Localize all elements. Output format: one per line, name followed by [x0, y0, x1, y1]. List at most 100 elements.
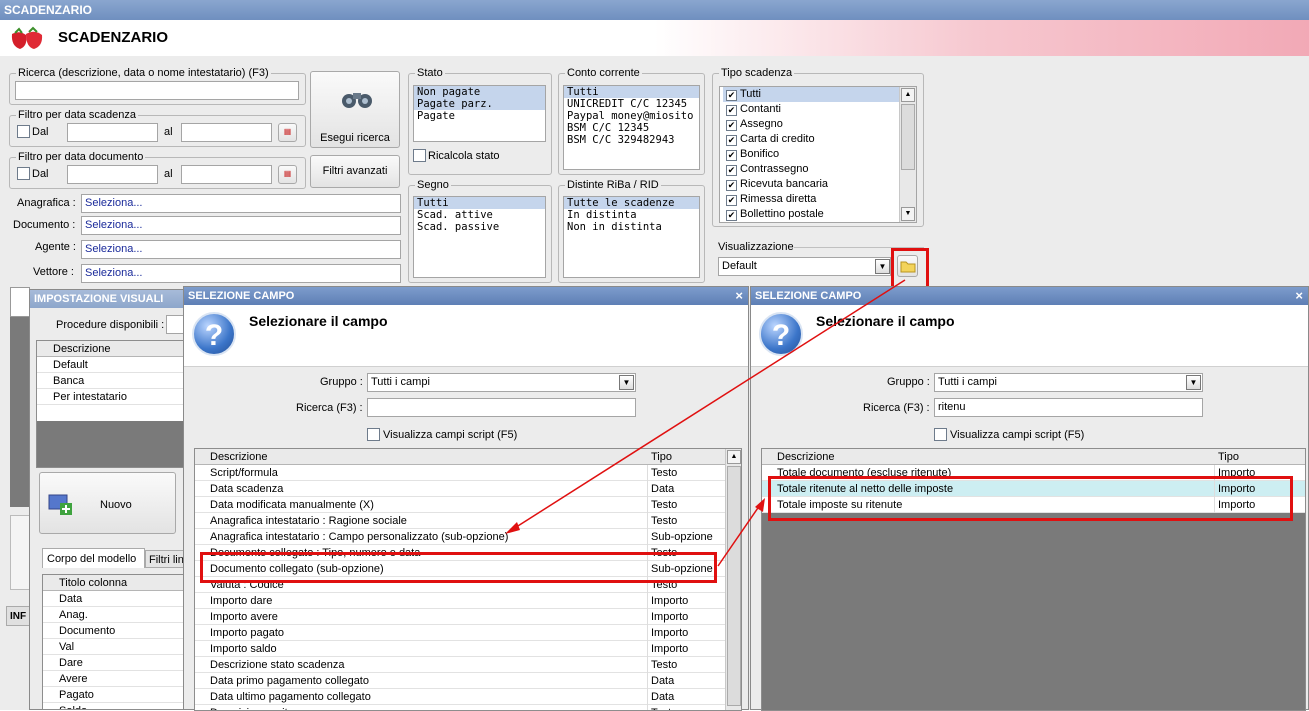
tipo-item[interactable]: ✔ Contanti — [723, 102, 916, 117]
table-row[interactable]: Data scadenza Data — [195, 481, 726, 497]
group-select[interactable]: Tutti i campi — [367, 373, 636, 392]
calendar-icon[interactable]: ▦ — [278, 123, 297, 142]
recalc-checkbox[interactable] — [413, 149, 426, 162]
advanced-filters-button[interactable]: Filtri avanzati — [310, 155, 400, 188]
table-row[interactable]: Importo pagato Importo — [195, 625, 726, 641]
conto-item[interactable]: Paypal money@miosito — [564, 110, 699, 122]
table-row[interactable]: Anagrafica intestatario : Ragione social… — [195, 513, 726, 529]
lookup-documento[interactable]: Seleziona... — [81, 216, 401, 235]
close-icon[interactable]: × — [1295, 288, 1303, 303]
calendar-icon[interactable]: ▦ — [278, 165, 297, 184]
conto-item[interactable]: UNICREDIT C/C 12345 — [564, 98, 699, 110]
run-search-button[interactable]: Esegui ricerca — [310, 71, 400, 148]
tipo-item[interactable]: ✔ Tutti — [723, 87, 916, 102]
segno-item[interactable]: Scad. attive — [414, 209, 545, 221]
new-button[interactable]: Nuovo — [39, 472, 176, 534]
lookup-vettore[interactable]: Seleziona... — [81, 264, 401, 283]
conto-list[interactable]: Tutti UNICREDIT C/C 12345 Paypal money@m… — [563, 85, 700, 170]
field-type: Data — [651, 483, 675, 495]
segno-item[interactable]: Scad. passive — [414, 221, 545, 233]
fields-scrollbar[interactable]: ▲ — [725, 449, 741, 710]
due-date-to-input[interactable] — [181, 123, 272, 142]
field-search-input[interactable]: ritenu — [934, 398, 1203, 417]
stato-item[interactable]: Pagate — [414, 110, 545, 122]
tab-corpo-modello[interactable]: Corpo del modello — [42, 548, 145, 568]
columns-grid[interactable]: Titolo colonna Data Anag. Documento Val Dare… — [42, 574, 188, 710]
table-row[interactable]: Script/formula Testo — [195, 465, 726, 481]
conto-item[interactable]: BSM C/C 12345 — [564, 122, 699, 134]
table-row[interactable]: Val — [43, 639, 187, 655]
search-input[interactable] — [15, 81, 299, 100]
tipo-scrollbar[interactable]: ▲ ▼ — [899, 87, 916, 222]
checkbox-checked-icon[interactable]: ✔ — [726, 165, 737, 176]
run-search-label: Esegui ricerca — [320, 132, 390, 144]
binoculars-icon — [342, 93, 372, 108]
conto-item[interactable]: Tutti — [564, 86, 699, 98]
chevron-down-icon[interactable]: ▼ — [619, 375, 634, 390]
table-row[interactable]: Importo avere Importo — [195, 609, 726, 625]
checkbox-checked-icon[interactable]: ✔ — [726, 105, 737, 116]
segno-list[interactable]: Tutti Scad. attive Scad. passive — [413, 196, 546, 278]
table-row[interactable]: Per intestatario — [37, 389, 187, 405]
tipo-item[interactable]: ✔ Rimessa diretta — [723, 192, 916, 207]
table-row[interactable]: Data — [43, 591, 187, 607]
tipo-item[interactable]: ✔ Bonifico — [723, 147, 916, 162]
table-row[interactable]: Saldo — [43, 703, 187, 709]
checkbox-checked-icon[interactable]: ✔ — [726, 180, 737, 191]
doc-date-from-input[interactable] — [67, 165, 158, 184]
doc-date-to-input[interactable] — [181, 165, 272, 184]
table-row[interactable]: Descrizione stato scadenza Testo — [195, 657, 726, 673]
field-search-input[interactable] — [367, 398, 636, 417]
visual-select[interactable]: Default — [718, 257, 891, 276]
table-row[interactable]: Data primo pagamento collegato Data — [195, 673, 726, 689]
distinte-item[interactable]: Non in distinta — [564, 221, 699, 233]
table-row[interactable]: Dare — [43, 655, 187, 671]
chevron-down-icon[interactable]: ▼ — [875, 259, 890, 274]
strawberry-logo-icon — [11, 26, 43, 49]
doc-date-checkbox[interactable] — [17, 167, 30, 180]
table-row[interactable]: Importo saldo Importo — [195, 641, 726, 657]
checkbox-checked-icon[interactable]: ✔ — [726, 135, 737, 146]
checkbox-checked-icon[interactable]: ✔ — [726, 120, 737, 131]
chevron-down-icon[interactable]: ▼ — [1186, 375, 1201, 390]
segno-item[interactable]: Tutti — [414, 197, 545, 209]
script-checkbox[interactable] — [367, 428, 380, 441]
table-row[interactable]: Importo dare Importo — [195, 593, 726, 609]
col-header-tipo: Tipo — [1218, 451, 1239, 463]
tipo-item[interactable]: ✔ Bollettino postale — [723, 207, 916, 222]
lookup-anagrafica[interactable]: Seleziona... — [81, 194, 401, 213]
lookup-agente[interactable]: Seleziona... — [81, 240, 401, 259]
conto-item[interactable]: BSM C/C 329482943 — [564, 134, 699, 146]
table-row[interactable]: Data ultimo pagamento collegato Data — [195, 689, 726, 705]
due-date-checkbox[interactable] — [17, 125, 30, 138]
tipo-item[interactable]: ✔ Contrassegno — [723, 162, 916, 177]
tipo-item[interactable]: ✔ Carta di credito — [723, 132, 916, 147]
checkbox-checked-icon[interactable]: ✔ — [726, 210, 737, 221]
table-row[interactable]: Data modificata manualmente (X) Testo — [195, 497, 726, 513]
stato-item[interactable]: Non pagate — [414, 86, 545, 98]
table-row[interactable]: Banca — [37, 373, 187, 389]
table-row[interactable]: Documento — [43, 623, 187, 639]
script-checkbox[interactable] — [934, 428, 947, 441]
table-row[interactable]: Descrizione esito Testo — [195, 705, 726, 710]
close-icon[interactable]: × — [735, 288, 743, 303]
checkbox-checked-icon[interactable]: ✔ — [726, 195, 737, 206]
table-row[interactable]: Anag. — [43, 607, 187, 623]
distinte-item[interactable]: Tutte le scadenze — [564, 197, 699, 209]
stato-item[interactable]: Pagate parz. — [414, 98, 545, 110]
table-row[interactable]: Pagato — [43, 687, 187, 703]
tipo-list[interactable]: ✔ Tutti ✔ Contanti ✔ Assegno ✔ Carta di credito… — [719, 86, 917, 223]
checkbox-checked-icon[interactable]: ✔ — [726, 150, 737, 161]
tipo-item[interactable]: ✔ Assegno — [723, 117, 916, 132]
procedures-grid[interactable]: Descrizione Default Banca Per intestatar… — [36, 340, 188, 468]
distinte-list[interactable]: Tutte le scadenze In distinta Non in dis… — [563, 196, 700, 278]
table-row[interactable]: Avere — [43, 671, 187, 687]
table-row[interactable]: Default — [37, 357, 187, 373]
tipo-item[interactable]: ✔ Ricevuta bancaria — [723, 177, 916, 192]
checkbox-checked-icon[interactable]: ✔ — [726, 90, 737, 101]
group-select[interactable]: Tutti i campi — [934, 373, 1203, 392]
table-row[interactable]: Anagrafica intestatario : Campo personal… — [195, 529, 726, 545]
distinte-item[interactable]: In distinta — [564, 209, 699, 221]
stato-list[interactable]: Non pagate Pagate parz. Pagate — [413, 85, 546, 142]
due-date-from-input[interactable] — [67, 123, 158, 142]
